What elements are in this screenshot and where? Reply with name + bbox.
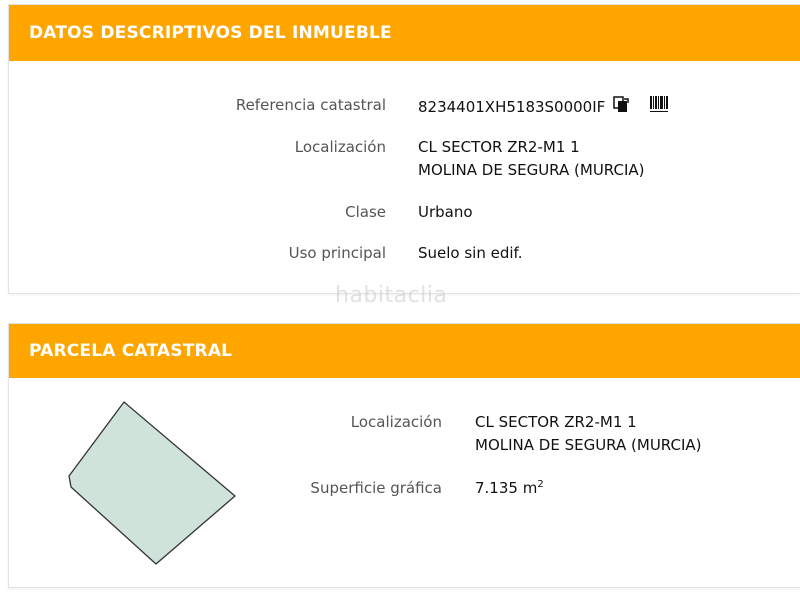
class-label: Clase (345, 203, 386, 221)
location-line-1: CL SECTOR ZR2-M1 1 (418, 138, 580, 156)
main-use-value: Suelo sin edif. (418, 244, 523, 262)
descriptive-data-header: DATOS DESCRIPTIVOS DEL INMUEBLE (9, 5, 800, 61)
copy-icon[interactable] (612, 95, 630, 120)
cadastral-reference-label: Referencia catastral (235, 96, 386, 114)
parcel-location-line-2: MOLINA DE SEGURA (MURCIA) (475, 436, 702, 454)
parcel-polygon (68, 401, 236, 565)
cadastral-parcel-panel: PARCELA CATASTRAL Localización CL SECTOR… (8, 323, 800, 588)
graphic-area-value: 7.135 m2 (475, 477, 544, 500)
cadastral-reference-value: 8234401XH5183S0000IF (418, 94, 669, 121)
barcode-icon[interactable] (649, 94, 669, 121)
graphic-area-number: 7.135 m (475, 479, 538, 497)
cadastral-parcel-header: PARCELA CATASTRAL (9, 324, 800, 378)
parcel-location-label: Localización (350, 413, 442, 431)
parcel-shape-map (68, 401, 236, 565)
location-label: Localización (294, 138, 386, 156)
watermark-logo: habitaclia (335, 283, 448, 308)
parcel-location-value: CL SECTOR ZR2-M1 1 MOLINA DE SEGURA (MUR… (475, 411, 701, 457)
descriptive-data-panel: DATOS DESCRIPTIVOS DEL INMUEBLE Referenc… (8, 4, 800, 294)
area-unit-exponent: 2 (537, 479, 544, 490)
parcel-location-line-1: CL SECTOR ZR2-M1 1 (475, 413, 637, 431)
location-value: CL SECTOR ZR2-M1 1 MOLINA DE SEGURA (MUR… (418, 136, 644, 182)
main-use-label: Uso principal (288, 244, 386, 262)
graphic-area-label: Superficie gráfica (310, 479, 442, 497)
cadastral-reference-text: 8234401XH5183S0000IF (418, 98, 606, 116)
class-value: Urbano (418, 203, 473, 221)
location-line-2: MOLINA DE SEGURA (MURCIA) (418, 161, 645, 179)
